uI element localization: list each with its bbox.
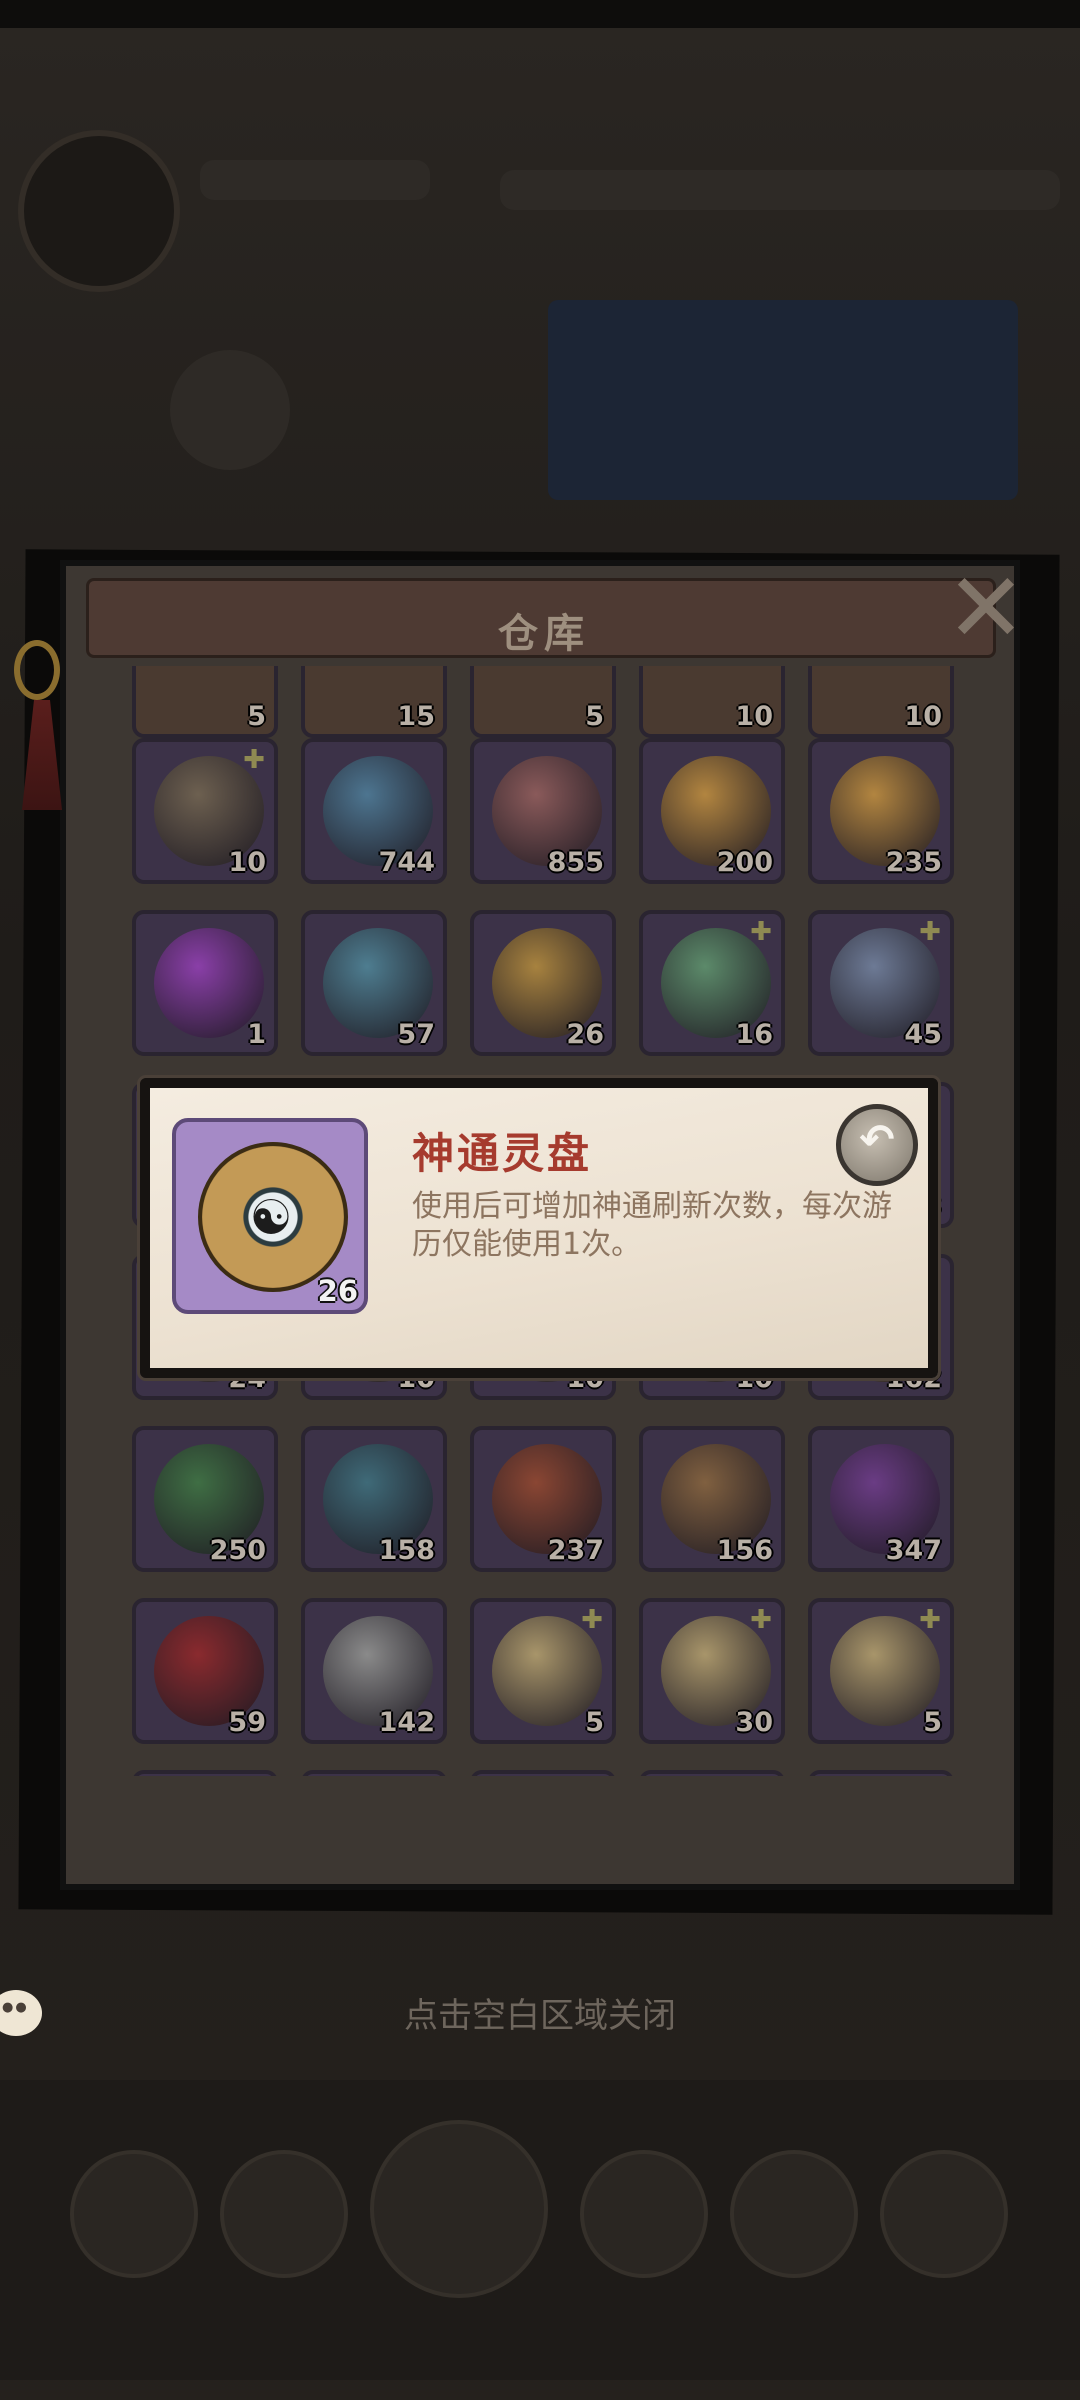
background-icon <box>170 350 290 470</box>
item-count: 1 <box>247 1019 266 1050</box>
item-count: 237 <box>547 1535 604 1566</box>
item-count: 10 <box>735 701 773 732</box>
item-count: 59 <box>228 1707 266 1738</box>
close-hint[interactable]: 点击空白区域关闭 <box>0 1988 1080 2037</box>
item-slot[interactable]: ✚ 45 <box>808 910 954 1056</box>
item-slot[interactable]: 5 <box>470 666 616 738</box>
item-count: 5 <box>247 701 266 732</box>
item-tooltip: ☯ 26 神通灵盘 使用后可增加神通刷新次数，每次游历仅能使用1次。 ↶ <box>140 1078 938 1378</box>
item-count: 16 <box>735 1019 773 1050</box>
item-slot[interactable]: 26 <box>470 910 616 1056</box>
warehouse-title-bar: 仓库 <box>86 578 996 658</box>
item-slot[interactable]: 156 <box>639 1426 785 1572</box>
background-bar <box>200 160 430 200</box>
item-slot[interactable]: 235 <box>808 738 954 884</box>
item-count: 142 <box>378 1707 435 1738</box>
background-hero-slot <box>220 2150 348 2278</box>
item-count: 200 <box>716 847 773 878</box>
item-count: 235 <box>885 847 942 878</box>
item-slot[interactable]: 5 <box>132 666 278 738</box>
fragment-badge-icon: ✚ <box>750 1605 772 1635</box>
item-count: 45 <box>904 1019 942 1050</box>
fragment-badge-icon: ✚ <box>919 917 941 947</box>
close-x-icon[interactable]: ✕ <box>936 558 1036 658</box>
item-count: 855 <box>547 847 604 878</box>
item-count: 5 <box>923 1707 942 1738</box>
item-count: 156 <box>716 1535 773 1566</box>
item-slot[interactable]: 1 <box>132 910 278 1056</box>
item-slot[interactable]: ✚ 10 <box>132 738 278 884</box>
background-hero-slot <box>70 2150 198 2278</box>
item-slot[interactable] <box>808 1770 954 1776</box>
item-count: 57 <box>397 1019 435 1050</box>
background-hero-slot <box>730 2150 858 2278</box>
item-slot[interactable]: 250 <box>132 1426 278 1572</box>
fragment-badge-icon: ✚ <box>581 1605 603 1635</box>
item-slot[interactable]: 200 <box>639 738 785 884</box>
item-slot[interactable]: 744 <box>301 738 447 884</box>
background-banner <box>548 300 1018 500</box>
item-count: 5 <box>585 1707 604 1738</box>
item-slot[interactable]: 237 <box>470 1426 616 1572</box>
background-hero-slot <box>580 2150 708 2278</box>
item-slot[interactable]: ✚ 5 <box>470 1598 616 1744</box>
share-arrow-icon[interactable]: ↶ <box>836 1104 918 1186</box>
fragment-badge-icon: ✚ <box>243 745 265 775</box>
item-count: 744 <box>378 847 435 878</box>
item-slot[interactable]: ✚ 30 <box>639 1598 785 1744</box>
item-count: 347 <box>885 1535 942 1566</box>
item-slot[interactable] <box>301 1770 447 1776</box>
item-slot[interactable]: ✚ 16 <box>639 910 785 1056</box>
item-slot[interactable] <box>639 1770 785 1776</box>
item-count: 10 <box>228 847 266 878</box>
player-avatar <box>18 130 180 292</box>
fragment-badge-icon: ✚ <box>750 917 772 947</box>
item-slot[interactable]: 57 <box>301 910 447 1056</box>
item-slot[interactable]: 855 <box>470 738 616 884</box>
item-count: 26 <box>566 1019 604 1050</box>
item-slot[interactable] <box>470 1770 616 1776</box>
warehouse-title: 仓库 <box>498 611 590 657</box>
item-slot[interactable]: 10 <box>639 666 785 738</box>
item-slot[interactable]: 10 <box>808 666 954 738</box>
item-slot[interactable]: ✚ 5 <box>808 1598 954 1744</box>
item-count: 15 <box>397 701 435 732</box>
tassel-knot-icon <box>14 640 60 700</box>
tooltip-item-name: 神通灵盘 <box>412 1129 593 1178</box>
background-resource-bar <box>500 170 1060 210</box>
item-slot[interactable] <box>132 1770 278 1776</box>
tooltip-item-description: 使用后可增加神通刷新次数，每次游历仅能使用1次。 <box>412 1189 892 1262</box>
item-count: 10 <box>904 701 942 732</box>
item-count: 158 <box>378 1535 435 1566</box>
fragment-badge-icon: ✚ <box>919 1605 941 1635</box>
item-count: 5 <box>585 701 604 732</box>
item-slot[interactable]: 158 <box>301 1426 447 1572</box>
item-slot[interactable]: 347 <box>808 1426 954 1572</box>
item-count: 30 <box>735 1707 773 1738</box>
item-slot[interactable]: 59 <box>132 1598 278 1744</box>
item-slot[interactable]: 15 <box>301 666 447 738</box>
background-hero-slot <box>880 2150 1008 2278</box>
item-slot[interactable]: 142 <box>301 1598 447 1744</box>
tooltip-item-count: 26 <box>317 1274 358 1308</box>
background-hero-slot <box>370 2120 548 2298</box>
item-count: 250 <box>209 1535 266 1566</box>
yin-yang-icon: ☯ <box>249 1190 293 1246</box>
status-bar <box>0 0 1080 28</box>
taiji-disk-icon: ☯ 26 <box>172 1118 368 1314</box>
